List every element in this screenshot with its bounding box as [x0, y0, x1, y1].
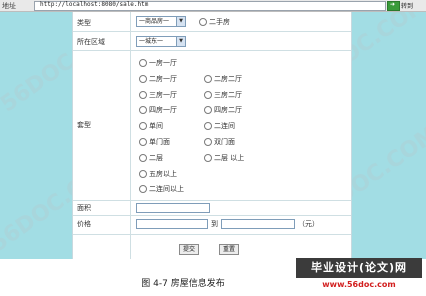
- house-type-radio-label: 二连间: [214, 122, 235, 130]
- submit-button[interactable]: 提交: [179, 244, 199, 255]
- url-text: http://localhost:8080/sale.htm: [40, 1, 149, 8]
- house-type-radio-label: 一房一厅: [149, 59, 177, 67]
- go-label[interactable]: 转到: [401, 1, 413, 10]
- house-type-radio-label: 三房二厅: [214, 91, 242, 99]
- type-select-value: 一商品房一: [139, 18, 170, 25]
- price-min-input[interactable]: [136, 219, 208, 229]
- house-type-radio[interactable]: [139, 138, 147, 146]
- page-area: 56DOC.COM 56DOC.COM 56DOC.COM 56DOC.COM …: [0, 12, 426, 259]
- house-type-radio[interactable]: [204, 122, 212, 130]
- price-label: 价格: [77, 220, 91, 228]
- house-type-radio-label: 单间: [149, 122, 163, 130]
- size-label: 面积: [77, 204, 91, 212]
- row-divider: [73, 31, 351, 32]
- logo-url: www.56doc.com: [296, 278, 422, 292]
- house-type-radio-label: 单门面: [149, 138, 170, 146]
- house-type-radio[interactable]: [204, 106, 212, 114]
- house-type-radio[interactable]: [204, 138, 212, 146]
- chevron-down-icon: ▼: [176, 37, 185, 46]
- house-type-radio-label: 二层: [149, 154, 163, 162]
- row-divider: [73, 215, 351, 216]
- second-hand-radio-label: 二手房: [209, 18, 230, 26]
- logo-title: 毕业设计(论文)网: [296, 258, 422, 278]
- house-type-radio[interactable]: [139, 185, 147, 193]
- house-type-radio-label: 双门面: [214, 138, 235, 146]
- caption-text: 图 4-7 房屋信息发布: [141, 279, 225, 289]
- row-divider: [73, 200, 351, 201]
- house-type-radio-label: 五房以上: [149, 170, 177, 178]
- house-type-radio-label: 二房二厅: [214, 75, 242, 83]
- price-unit-text: （元）: [298, 220, 319, 228]
- url-input[interactable]: http://localhost:8080/sale.htm ▾: [34, 1, 393, 11]
- size-input[interactable]: [136, 203, 210, 213]
- arrow-right-icon: ➜: [390, 1, 396, 8]
- second-hand-radio[interactable]: [199, 18, 207, 26]
- house-type-radio[interactable]: [139, 59, 147, 67]
- house-type-radio-label: 二房一厅: [149, 75, 177, 83]
- area-select-value: 一城东一: [139, 38, 164, 45]
- price-max-input[interactable]: [221, 219, 295, 229]
- house-type-radio-label: 四房二厅: [214, 106, 242, 114]
- house-type-radio-label: 二层 以上: [214, 154, 245, 162]
- row-divider: [73, 50, 351, 51]
- house-type-radio-label: 二连间以上: [149, 185, 184, 193]
- browser-address-bar: 地址 http://localhost:8080/sale.htm ▾ ➜ 转到: [0, 0, 426, 12]
- area-select[interactable]: 一城东一 ▼: [136, 36, 186, 47]
- house-type-radio[interactable]: [139, 170, 147, 178]
- house-type-radio[interactable]: [139, 106, 147, 114]
- price-to-text: 到: [211, 220, 218, 228]
- house-type-radio[interactable]: [139, 91, 147, 99]
- area-label: 所在区域: [77, 38, 105, 46]
- reset-button[interactable]: 重置: [219, 244, 239, 255]
- house-info-form: 类型 一商品房一 ▼ 二手房 所在区域 一城东一 ▼ 套型 一房一厅二房一厅三房…: [72, 12, 352, 259]
- house-type-radio-label: 三房一厅: [149, 91, 177, 99]
- row-divider: [73, 234, 351, 235]
- address-label: 地址: [2, 2, 16, 10]
- house-type-radio[interactable]: [204, 154, 212, 162]
- chevron-down-icon: ▼: [176, 17, 185, 26]
- go-button[interactable]: ➜: [387, 1, 400, 11]
- house-type-radio-label: 四房一厅: [149, 106, 177, 114]
- type-select[interactable]: 一商品房一 ▼: [136, 16, 186, 27]
- house-type-radio[interactable]: [139, 122, 147, 130]
- house-type-radio[interactable]: [139, 75, 147, 83]
- house-type-radio[interactable]: [139, 154, 147, 162]
- house-type-radio[interactable]: [204, 91, 212, 99]
- type-label: 类型: [77, 19, 91, 27]
- house-type-radio[interactable]: [204, 75, 212, 83]
- watermark-logo: 毕业设计(论文)网 www.56doc.com: [296, 258, 422, 294]
- house-type-label: 套型: [77, 121, 91, 129]
